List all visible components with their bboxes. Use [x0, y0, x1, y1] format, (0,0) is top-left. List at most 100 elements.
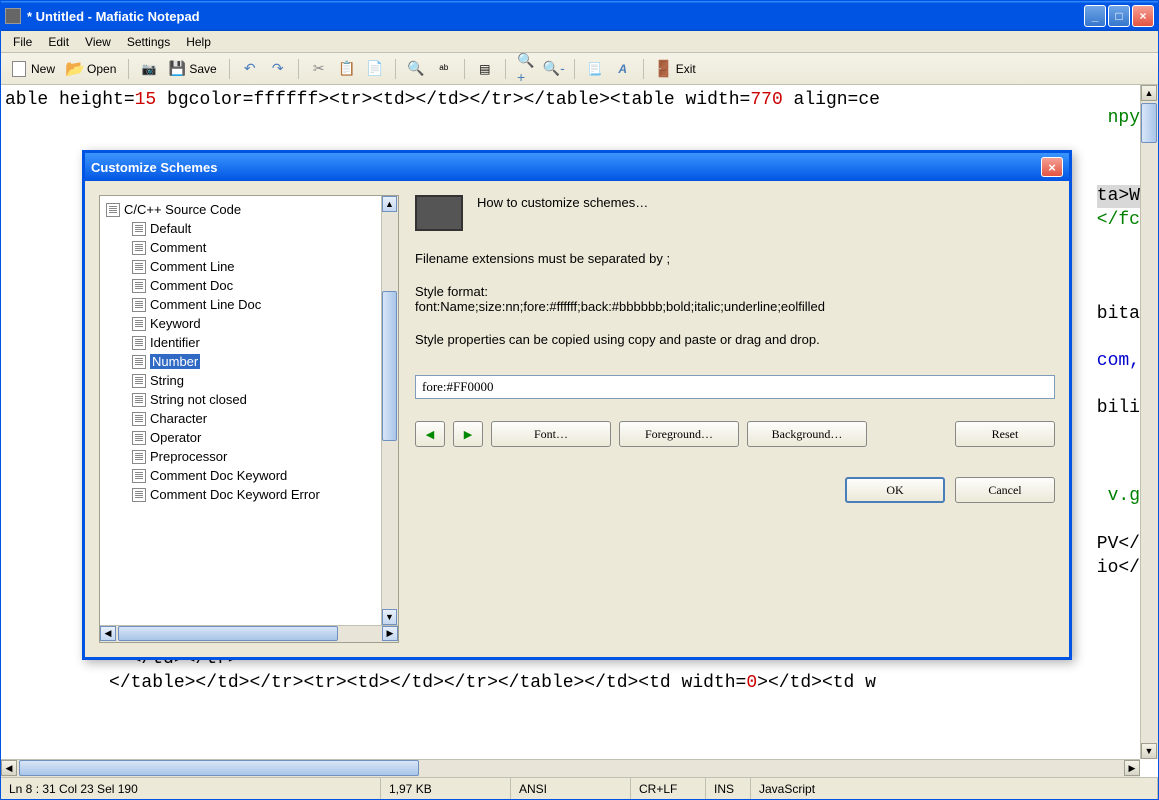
- dialog-title: Customize Schemes: [91, 160, 1041, 175]
- tree-item[interactable]: Operator: [100, 428, 398, 447]
- tree-item[interactable]: Comment Line: [100, 257, 398, 276]
- zoom-in-icon: 🔍+: [518, 61, 534, 77]
- find-button[interactable]: 🔍: [404, 59, 428, 79]
- window-title: * Untitled - Mafiatic Notepad: [27, 9, 1084, 24]
- reset-button[interactable]: Reset: [955, 421, 1055, 447]
- scroll-up-icon[interactable]: ▲: [1141, 85, 1157, 101]
- scroll-left-icon[interactable]: ◀: [100, 626, 116, 641]
- tree-root[interactable]: C/C++ Source Code: [100, 200, 398, 219]
- separator: [643, 59, 644, 79]
- tree-item[interactable]: String not closed: [100, 390, 398, 409]
- scroll-up-icon[interactable]: ▲: [382, 196, 397, 212]
- tree-item[interactable]: Comment Doc: [100, 276, 398, 295]
- ok-button[interactable]: OK: [845, 477, 945, 503]
- menu-help[interactable]: Help: [178, 33, 219, 51]
- background-button[interactable]: Background…: [747, 421, 867, 447]
- document-icon: [132, 279, 146, 293]
- tree-item[interactable]: Comment Doc Keyword Error: [100, 485, 398, 504]
- wrap-icon: ▤: [477, 61, 493, 77]
- status-ins: INS: [706, 778, 751, 799]
- zoom-in-button[interactable]: 🔍+: [514, 59, 538, 79]
- copy-button[interactable]: 📋: [335, 59, 359, 79]
- replace-button[interactable]: ᵃᵇ: [432, 59, 456, 79]
- paste-icon: 📄: [367, 61, 383, 77]
- scroll-thumb[interactable]: [1141, 103, 1157, 143]
- menu-file[interactable]: File: [5, 33, 40, 51]
- prev-button[interactable]: ◀: [415, 421, 445, 447]
- redo-button[interactable]: ↷: [266, 59, 290, 79]
- status-size: 1,97 KB: [381, 778, 511, 799]
- undo-button[interactable]: ↶: [238, 59, 262, 79]
- tree-item-label: Comment Doc Keyword: [150, 468, 287, 483]
- scheme-tree[interactable]: C/C++ Source CodeDefaultCommentComment L…: [100, 196, 398, 625]
- tree-item[interactable]: Keyword: [100, 314, 398, 333]
- scroll-thumb[interactable]: [382, 291, 397, 441]
- exit-button[interactable]: 🚪Exit: [652, 59, 700, 79]
- tree-item[interactable]: Comment: [100, 238, 398, 257]
- scroll-thumb[interactable]: [118, 626, 338, 641]
- cut-button[interactable]: ✂: [307, 59, 331, 79]
- help-copy: Style properties can be copied using cop…: [415, 332, 1055, 347]
- scroll-down-icon[interactable]: ▼: [1141, 743, 1157, 759]
- vertical-scrollbar[interactable]: ▲ ▼: [1140, 85, 1158, 759]
- cancel-button[interactable]: Cancel: [955, 477, 1055, 503]
- document-icon: [132, 412, 146, 426]
- font-button[interactable]: Font…: [491, 421, 611, 447]
- new-button[interactable]: New: [7, 59, 59, 79]
- tool-button[interactable]: ▤: [473, 59, 497, 79]
- new-label: New: [31, 62, 55, 76]
- tree-item[interactable]: Character: [100, 409, 398, 428]
- tree-item[interactable]: Comment Doc Keyword: [100, 466, 398, 485]
- document-icon: [132, 260, 146, 274]
- tree-item[interactable]: Comment Line Doc: [100, 295, 398, 314]
- foreground-button[interactable]: Foreground…: [619, 421, 739, 447]
- dialog-close-button[interactable]: ×: [1041, 157, 1063, 177]
- maximize-button[interactable]: □: [1108, 5, 1130, 27]
- tree-item[interactable]: Preprocessor: [100, 447, 398, 466]
- help-format-label: Style format:: [415, 284, 1055, 299]
- scroll-right-icon[interactable]: ▶: [1124, 760, 1140, 776]
- document-icon: [132, 222, 146, 236]
- scroll-down-icon[interactable]: ▼: [382, 609, 397, 625]
- tree-item[interactable]: Default: [100, 219, 398, 238]
- tree-item[interactable]: String: [100, 371, 398, 390]
- exit-icon: 🚪: [656, 61, 672, 77]
- tree-item-label: C/C++ Source Code: [124, 202, 241, 217]
- minimize-button[interactable]: _: [1084, 5, 1106, 27]
- document-icon: [132, 469, 146, 483]
- find-icon: 🔍: [408, 61, 424, 77]
- horizontal-scrollbar[interactable]: ◀ ▶: [1, 759, 1140, 777]
- help-header: How to customize schemes…: [415, 195, 1055, 231]
- undo-icon: ↶: [242, 61, 258, 77]
- menu-settings[interactable]: Settings: [119, 33, 178, 51]
- tool-button[interactable]: 📃: [583, 59, 607, 79]
- redo-icon: ↷: [270, 61, 286, 77]
- menu-edit[interactable]: Edit: [40, 33, 77, 51]
- close-button[interactable]: ×: [1132, 5, 1154, 27]
- tree-item[interactable]: Identifier: [100, 333, 398, 352]
- paste-button[interactable]: 📄: [363, 59, 387, 79]
- customize-schemes-dialog: Customize Schemes × C/C++ Source Code Def…: [82, 150, 1072, 660]
- camera-icon: 📷: [141, 61, 157, 77]
- menu-view[interactable]: View: [77, 33, 119, 51]
- style-buttons-row: ◀ ▶ Font… Foreground… Background… Reset: [415, 421, 1055, 447]
- scroll-right-icon[interactable]: ▶: [382, 626, 398, 641]
- zoom-out-button[interactable]: 🔍-: [542, 59, 566, 79]
- help-icon: [415, 195, 463, 231]
- tree-item[interactable]: Number: [100, 352, 398, 371]
- scroll-thumb[interactable]: [19, 760, 419, 776]
- separator: [574, 59, 575, 79]
- save-button[interactable]: 💾Save: [165, 59, 220, 79]
- font-button[interactable]: A: [611, 59, 635, 79]
- tree-item-label: Comment Line Doc: [150, 297, 261, 312]
- style-input[interactable]: [415, 375, 1055, 399]
- scroll-left-icon[interactable]: ◀: [1, 760, 17, 776]
- tool-button[interactable]: 📷: [137, 59, 161, 79]
- dialog-body: C/C++ Source CodeDefaultCommentComment L…: [85, 181, 1069, 657]
- tree-horizontal-scrollbar[interactable]: ◀ ▶: [100, 625, 398, 642]
- font-icon: A: [615, 61, 631, 77]
- next-button[interactable]: ▶: [453, 421, 483, 447]
- tree-item-label: Identifier: [150, 335, 200, 350]
- tree-vertical-scrollbar[interactable]: ▲ ▼: [381, 196, 398, 625]
- open-button[interactable]: 📂Open: [63, 59, 120, 79]
